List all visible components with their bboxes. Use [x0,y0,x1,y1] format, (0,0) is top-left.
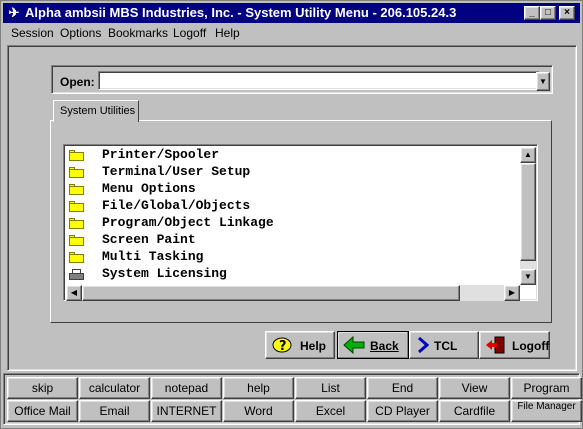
folder-icon [69,184,84,195]
logoff-button[interactable]: Logoff [479,331,550,359]
tcl-button-label: TCL [434,339,458,353]
application-window: ✈ Alpha ambsii MBS Industries, Inc. - Sy… [0,0,583,429]
shortcut-excel[interactable]: Excel [295,400,366,422]
shortcut-skip[interactable]: skip [7,377,78,399]
shortcut-file-manager[interactable]: File Manager [511,400,582,422]
list-item[interactable]: Printer/Spooler [66,147,520,164]
back-arrow-icon [343,336,365,354]
shortcut-cd-player[interactable]: CD Player [367,400,438,422]
menu-bar: Session Options Bookmarks Logoff Help [3,24,580,42]
back-button[interactable]: Back [337,331,409,359]
scroll-down-button[interactable]: ▼ [520,269,536,285]
list-item[interactable]: System Licensing [66,266,520,283]
logoff-button-label: Logoff [512,339,550,353]
list-item[interactable]: Screen Paint [66,232,520,249]
shortcut-calculator[interactable]: calculator [79,377,150,399]
close-button[interactable]: × [559,6,575,20]
scroll-left-button[interactable]: ◀ [66,285,82,301]
list-item-label: Multi Tasking [102,249,204,264]
shortcut-word[interactable]: Word [223,400,294,422]
list-item-label: Terminal/User Setup [102,164,251,179]
list-item-label: Printer/Spooler [102,147,220,162]
scroll-right-button[interactable]: ▶ [504,285,520,301]
vertical-scroll-thumb[interactable] [520,163,536,261]
shortcut-office-mail[interactable]: Office Mail [7,400,78,422]
window-title: Alpha ambsii MBS Industries, Inc. - Syst… [25,5,457,20]
list-item-label: System Licensing [102,266,227,281]
help-icon: ? [272,337,292,354]
help-button-label: Help [300,339,327,353]
shortcut-program[interactable]: Program [511,377,582,399]
folder-icon [69,252,84,263]
list-item[interactable]: File/Global/Objects [66,198,520,215]
folder-icon [69,201,84,212]
list-item[interactable]: Terminal/User Setup [66,164,520,181]
shortcut-cardfile[interactable]: Cardfile [439,400,510,422]
list-item[interactable]: Program/Object Linkage [66,215,520,232]
shortcut-bar: skip calculator notepad help List End Vi… [3,373,582,425]
menu-session[interactable]: Session [11,26,54,40]
minimize-button[interactable]: _ [524,6,540,20]
title-bar[interactable]: ✈ Alpha ambsii MBS Industries, Inc. - Sy… [3,3,580,23]
folder-icon [69,150,84,161]
list-item-label: File/Global/Objects [102,198,251,213]
maximize-button[interactable]: □ [540,6,556,20]
shortcut-email[interactable]: Email [79,400,150,422]
back-button-label: Back [370,339,399,353]
menu-help[interactable]: Help [215,26,240,40]
tcl-button[interactable]: TCL [409,331,479,359]
logoff-door-icon [486,336,505,354]
tab-label: System Utilities [60,105,136,117]
folder-icon [69,218,84,229]
open-dropdown-button[interactable]: ▼ [536,72,550,91]
shortcut-view[interactable]: View [439,377,510,399]
utilities-list[interactable]: Printer/Spooler Terminal/User Setup Menu… [63,144,538,301]
menu-logoff[interactable]: Logoff [173,26,206,40]
horizontal-scroll-thumb[interactable] [82,285,460,301]
list-item-label: Menu Options [102,181,196,196]
menu-bookmarks[interactable]: Bookmarks [108,26,168,40]
tab-system-utilities[interactable]: System Utilities [53,100,139,122]
shortcut-help[interactable]: help [223,377,294,399]
open-input[interactable] [98,71,540,90]
list-item[interactable]: Menu Options [66,181,520,198]
scroll-up-button[interactable]: ▲ [520,147,536,163]
list-item[interactable]: Multi Tasking [66,249,520,266]
shortcut-list[interactable]: List [295,377,366,399]
shortcut-notepad[interactable]: notepad [151,377,222,399]
list-item-label: Program/Object Linkage [102,215,274,230]
folder-icon [69,167,84,178]
open-label: Open: [60,75,95,89]
folder-icon [69,235,84,246]
list-item-label: Screen Paint [102,232,196,247]
printer-icon [69,269,84,280]
shortcut-internet[interactable]: INTERNET [151,400,222,422]
help-button[interactable]: ? Help [265,331,335,359]
menu-options[interactable]: Options [60,26,101,40]
shortcut-end[interactable]: End [367,377,438,399]
app-icon[interactable]: ✈ [6,5,22,21]
horizontal-scrollbar[interactable]: ◀ ▶ [66,285,520,301]
vertical-scrollbar[interactable]: ▲ ▼ [520,147,536,285]
svg-text:?: ? [279,339,287,354]
